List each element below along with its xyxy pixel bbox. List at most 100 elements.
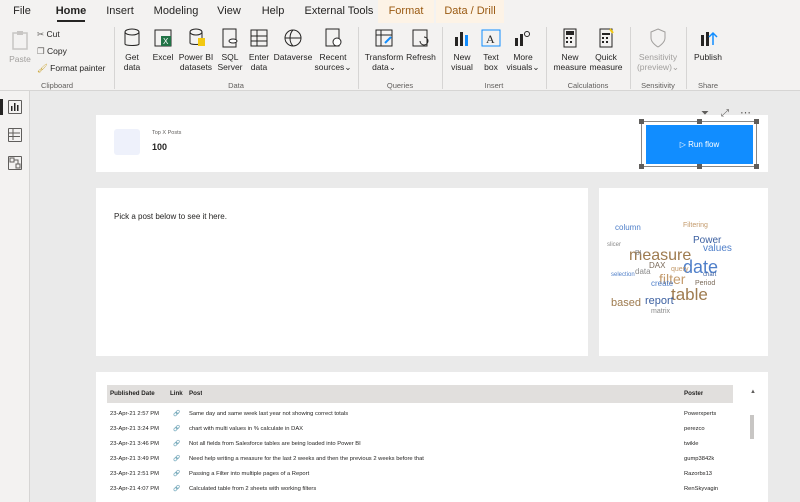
tab-help[interactable]: Help [258,0,288,23]
scrollbar-thumb[interactable] [750,415,754,439]
new-visual-label-2: visual [451,62,473,72]
tab-modeling[interactable]: Modeling [150,0,202,23]
word-cloud-word[interactable]: DAX [649,262,665,270]
word-cloud-word[interactable]: based [611,298,641,309]
link-icon[interactable]: 🔗 [173,422,180,436]
new-visual-button[interactable]: New visual [448,27,476,72]
word-cloud-word[interactable]: report [645,296,674,307]
column-header-published-date[interactable]: Published Date [110,385,155,403]
table-row[interactable]: 23-Apr-21 3:24 PM 🔗 chart with multi value… [107,422,733,436]
poster-cell: Powerxperts [684,411,717,417]
tab-view[interactable]: View [214,0,244,23]
scroll-up-icon[interactable]: ▲ [750,389,756,395]
transform-data-button[interactable]: Transform data⌄ [364,27,404,72]
recent-sources-icon [322,27,344,49]
data-view-icon[interactable] [8,128,22,142]
sensitivity-label-1: Sensitivity [638,52,678,62]
resize-handle[interactable] [639,164,644,169]
quick-measure-label-1: Quick [595,52,617,62]
word-cloud-word[interactable]: query [671,266,689,273]
word-cloud-word[interactable]: BI [635,250,642,257]
enter-data-button[interactable]: Enter data [246,27,272,72]
table-row[interactable]: 23-Apr-21 4:07 PM 🔗 Calculated table from … [107,482,733,496]
svg-text:X: X [163,37,169,46]
excel-button[interactable]: X Excel [150,27,176,62]
separator [686,27,687,89]
resize-handle[interactable] [639,119,644,124]
table-row[interactable]: 23-Apr-21 3:49 PM 🔗 Need help writing a me… [107,452,733,466]
link-icon[interactable]: 🔗 [173,437,180,451]
cut-button[interactable]: ✂ Cut [37,29,63,39]
table-row[interactable]: 23-Apr-21 2:51 PM 🔗 Passing a Filter into … [107,467,733,481]
word-cloud-word[interactable]: Filtering [683,222,708,229]
tab-data-drill[interactable]: Data / Drill [436,0,504,23]
text-box-button[interactable]: A Text box [478,27,504,72]
word-cloud-word[interactable]: chart [703,272,716,278]
resize-handle[interactable] [697,119,702,124]
word-cloud-word[interactable]: data [635,268,651,276]
copy-label: Copy [46,46,67,56]
word-cloud-word[interactable]: Period [695,280,715,287]
word-cloud-word[interactable]: create [651,280,673,288]
refresh-button[interactable]: Refresh [404,27,438,62]
more-visuals-button[interactable]: More visuals⌄ [506,27,540,72]
group-clipboard: Clipboard [40,81,74,90]
run-flow-button[interactable]: ▷ Run flow [646,125,753,164]
published-date-cell: 23-Apr-21 3:46 PM [110,441,159,447]
copy-button[interactable]: ❐ Copy [37,46,77,56]
link-icon[interactable]: 🔗 [173,407,180,421]
word-cloud[interactable]: column measure date table filter Power values b… [599,188,768,356]
model-view-icon[interactable] [8,156,22,170]
resize-handle[interactable] [754,164,759,169]
column-header-poster[interactable]: Poster [684,385,703,403]
sql-label-1: SQL [221,52,239,62]
sql-server-button[interactable]: SQL Server [216,27,244,72]
poster-cell: perezco [684,426,705,432]
kpi-label: Top X Posts [152,130,182,136]
word-cloud-word[interactable]: matrix [651,308,670,315]
tab-home[interactable]: Home [51,0,91,23]
scrollbar[interactable]: ▲ [749,385,756,502]
resize-handle[interactable] [754,119,759,124]
published-date-cell: 23-Apr-21 2:51 PM [110,471,159,477]
word-cloud-word[interactable]: slicer [607,242,621,248]
word-cloud-word[interactable]: values [703,244,732,254]
tab-format[interactable]: Format [378,0,434,23]
link-icon[interactable]: 🔗 [173,452,180,466]
tab-file[interactable]: File [8,0,36,23]
enter-label-1: Enter [248,52,270,62]
paste-button[interactable]: Paste [6,29,34,64]
tab-insert[interactable]: Insert [102,0,138,23]
filter-icon[interactable]: ⏷ [701,108,709,119]
new-measure-button[interactable]: New measure [552,27,588,72]
table-row[interactable]: 23-Apr-21 3:46 PM 🔗 Not all fields from Sa… [107,437,733,451]
tab-external-tools[interactable]: External Tools [302,0,376,23]
poster-cell: Razorbs13 [684,471,713,477]
dataverse-button[interactable]: Dataverse [272,27,314,62]
report-view-icon[interactable] [8,100,22,114]
get-data-label-2: data [123,62,141,72]
publish-button[interactable]: Publish [692,27,724,62]
word-cloud-word[interactable]: table [671,286,708,303]
chevron-down-icon: ⌄ [671,62,680,72]
powerbi-datasets-button[interactable]: Power BI datasets [178,27,214,72]
column-header-link[interactable]: Link [170,385,183,403]
format-painter-button[interactable]: 🖌 Format painter [37,63,111,73]
published-date-cell: 23-Apr-21 3:49 PM [110,456,159,462]
format-painter-icon: 🖌 [37,63,51,73]
sensitivity-button[interactable]: Sensitivity (preview)⌄ [634,27,682,72]
link-icon[interactable]: 🔗 [173,467,180,481]
resize-handle[interactable] [697,164,702,169]
link-icon[interactable]: 🔗 [173,482,180,496]
focus-mode-icon[interactable]: ⤢ [721,108,729,119]
recent-sources-button[interactable]: Recent sources⌄ [314,27,352,72]
get-data-button[interactable]: Get data [118,27,146,72]
word-cloud-word[interactable]: column [615,224,641,232]
separator [358,27,359,89]
table-row[interactable]: 23-Apr-21 2:57 PM 🔗 Same day and same week… [107,407,733,421]
more-options-icon[interactable]: ⋯ [740,106,751,119]
chevron-down-icon: ⌄ [388,62,396,72]
column-header-post[interactable]: Post [189,385,202,403]
word-cloud-word[interactable]: selection [611,272,635,278]
quick-measure-button[interactable]: Quick measure [588,27,624,72]
